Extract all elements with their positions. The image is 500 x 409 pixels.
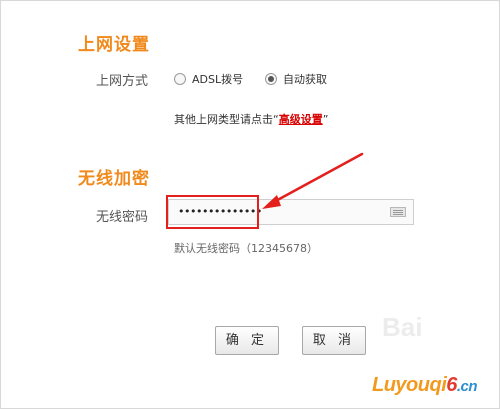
watermark-main: Luyouqi xyxy=(372,374,447,396)
baidu-watermark: Bai xyxy=(382,312,423,342)
cancel-button[interactable]: 取 消 xyxy=(302,326,366,355)
watermark-tail: .cn xyxy=(456,378,478,395)
confirm-button[interactable]: 确 定 xyxy=(215,326,279,355)
site-watermark: Luyouqi6.cn xyxy=(372,374,478,397)
watermark-six: 6 xyxy=(446,374,457,396)
default-password-hint: 默认无线密码（12345678） xyxy=(174,242,318,255)
